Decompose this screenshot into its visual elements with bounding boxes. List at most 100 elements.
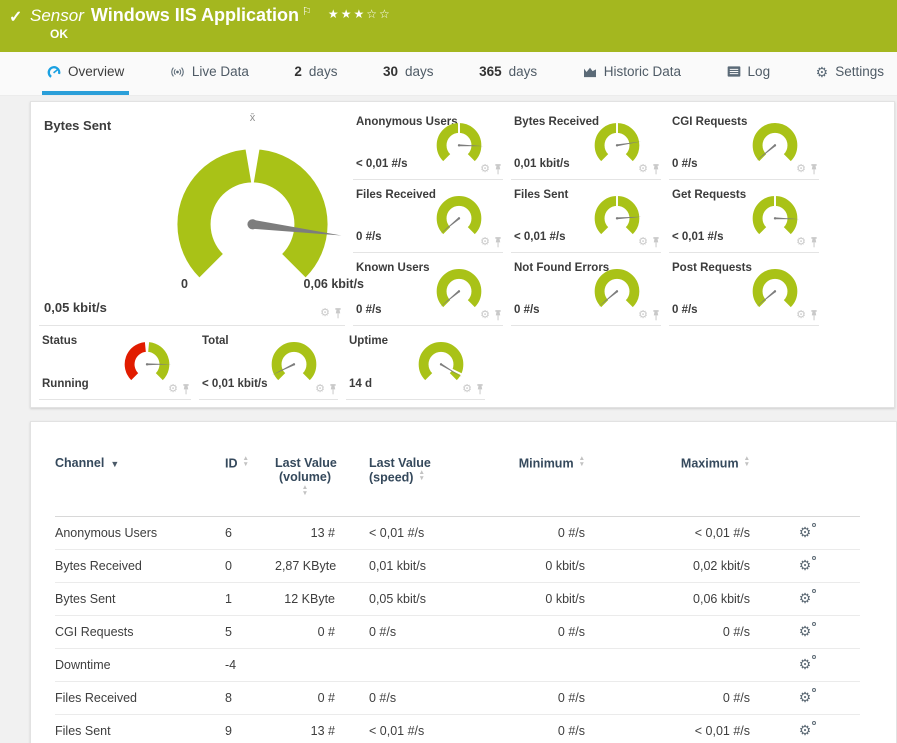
gauge-settings-icon[interactable]: ⚙	[480, 164, 490, 175]
tab-bar: Overview Live Data 2 days 30 days 365 days Histo…	[0, 52, 897, 96]
column-header-id[interactable]: ID ▲ ▼	[225, 456, 275, 516]
maximum-value: 0,06 kbit/s	[585, 582, 750, 616]
channel-settings-icon[interactable]: ⚙	[799, 589, 817, 605]
column-header-actions[interactable]	[750, 456, 860, 516]
table-row-anonymous-users: Anonymous Users 6 13 # < 0,01 #/s 0 #/s < 0,0…	[55, 516, 860, 550]
pin-icon[interactable]	[182, 384, 190, 395]
sort-icon[interactable]: ▲ ▼	[744, 456, 750, 467]
pin-icon[interactable]	[652, 164, 660, 175]
gauge-settings-icon[interactable]: ⚙	[315, 384, 325, 395]
channel-id: 9	[225, 714, 275, 743]
channel-settings-icon[interactable]: ⚙	[799, 556, 817, 572]
pin-icon[interactable]	[810, 310, 818, 321]
gauge-cell-not-found-errors: Not Found Errors 0 #/s ⚙	[511, 253, 661, 326]
tab-overview[interactable]: Overview	[42, 52, 130, 95]
tab-365-days[interactable]: 365 days	[474, 52, 542, 95]
gauge-value: 0 #/s	[356, 231, 382, 243]
pin-icon[interactable]	[652, 310, 660, 321]
tab-live-data[interactable]: Live Data	[165, 52, 254, 95]
channel-id: 6	[225, 516, 275, 550]
tab-prefix: 365	[479, 64, 502, 79]
gauge-settings-icon[interactable]: ⚙	[638, 237, 648, 248]
tab-prefix: 30	[383, 64, 399, 79]
table-row-files-sent: Files Sent 9 13 # < 0,01 #/s 0 #/s < 0,01 #/s…	[55, 714, 860, 743]
column-header-last-value[interactable]: Last Value (volume) ▲ ▼	[275, 456, 337, 516]
gauge-settings-icon[interactable]: ⚙	[796, 310, 806, 321]
sort-icon[interactable]: ▲ ▼	[243, 456, 249, 467]
pin-icon[interactable]	[652, 237, 660, 248]
channel-name: Downtime	[55, 648, 225, 682]
pin-icon[interactable]	[329, 384, 337, 395]
gauge-scale-min: 0	[181, 277, 188, 291]
last-value-speed: 0 #/s	[335, 681, 465, 715]
gauge-settings-icon[interactable]: ⚙	[638, 164, 648, 175]
sort-icon[interactable]: ▲ ▼	[579, 456, 585, 467]
tab-label: Overview	[68, 64, 125, 79]
tab-settings[interactable]: ⚙ Settings	[811, 52, 889, 95]
channel-name: Bytes Received	[55, 549, 225, 583]
channels-table: Channel ▼ ID ▲ ▼ Last Value (volume) ▲ ▼ Last Val…	[55, 456, 860, 743]
column-header-last-value[interactable]: Last Value (speed) ▲ ▼	[335, 456, 465, 516]
star-empty-icon[interactable]: ☆	[379, 7, 392, 21]
sensor-title: Windows IIS Application	[90, 5, 300, 25]
last-value-speed	[335, 648, 465, 682]
tab-2-days[interactable]: 2 days	[289, 52, 342, 95]
gauge-settings-icon[interactable]: ⚙	[796, 237, 806, 248]
sort-icon[interactable]: ▲ ▼	[302, 485, 308, 496]
pin-icon[interactable]	[494, 164, 502, 175]
column-header-maximum[interactable]: Maximum ▲ ▼	[585, 456, 750, 516]
gauge-settings-icon[interactable]: ⚙	[480, 237, 490, 248]
column-header-minimum[interactable]: Minimum ▲ ▼	[465, 456, 585, 516]
minimum-value	[465, 648, 585, 682]
star-filled-icon[interactable]: ★	[353, 7, 366, 21]
sensor-status-badge: OK	[50, 27, 68, 41]
star-filled-icon[interactable]: ★	[341, 7, 354, 21]
gauge-settings-icon[interactable]: ⚙	[480, 310, 490, 321]
tab-historic-data[interactable]: Historic Data	[578, 52, 686, 95]
pin-icon[interactable]	[334, 308, 342, 319]
table-row-bytes-sent: Bytes Sent 1 12 KByte 0,05 kbit/s 0 kbit/s 0,…	[55, 582, 860, 616]
gauge-settings-icon[interactable]: ⚙	[168, 384, 178, 395]
gauge-value: < 0,01 #/s	[356, 158, 408, 170]
gear-icon: ⚙	[815, 63, 829, 80]
channel-settings-icon[interactable]: ⚙	[799, 523, 817, 539]
star-filled-icon[interactable]: ★	[328, 7, 341, 21]
gauge-cell-files-sent: Files Sent < 0,01 #/s ⚙	[511, 180, 661, 253]
maximum-value: 0 #/s	[585, 681, 750, 715]
tab-label: Historic Data	[603, 64, 681, 79]
minimum-value: 0 #/s	[465, 714, 585, 743]
gauge-settings-icon[interactable]: ⚙	[638, 310, 648, 321]
sensor-header: ✓ Sensor Windows IIS Application ⚐ ★★★☆☆ OK	[0, 0, 897, 52]
tab-label: Live Data	[191, 64, 249, 79]
column-sublabel: (volume)	[278, 470, 332, 484]
channel-name: Files Sent	[55, 714, 225, 743]
pin-icon[interactable]	[810, 164, 818, 175]
sort-icon[interactable]: ▲ ▼	[418, 470, 424, 481]
gauge-settings-icon[interactable]: ⚙	[320, 308, 330, 319]
column-header-channel[interactable]: Channel ▼	[55, 456, 225, 516]
gauge-settings-icon[interactable]: ⚙	[796, 164, 806, 175]
priority-stars[interactable]: ★★★☆☆	[328, 7, 392, 21]
log-icon	[727, 66, 741, 77]
star-empty-icon[interactable]: ☆	[366, 7, 379, 21]
gauge-settings-icon[interactable]: ⚙	[462, 384, 472, 395]
minimum-value: 0 kbit/s	[465, 549, 585, 583]
channel-settings-icon[interactable]: ⚙	[799, 655, 817, 671]
channel-settings-icon[interactable]: ⚙	[799, 721, 817, 737]
broadcast-icon	[170, 66, 185, 78]
pin-icon[interactable]	[494, 310, 502, 321]
channel-name: Files Received	[55, 681, 225, 715]
channel-settings-icon[interactable]: ⚙	[799, 688, 817, 704]
tab-30-days[interactable]: 30 days	[378, 52, 439, 95]
last-value-volume: 13 #	[275, 516, 335, 550]
maximum-value: < 0,01 #/s	[585, 516, 750, 550]
last-value-volume: 0 #	[275, 681, 335, 715]
pin-icon[interactable]	[810, 237, 818, 248]
channel-settings-icon[interactable]: ⚙	[799, 622, 817, 638]
sort-active-icon[interactable]: ▼	[110, 459, 119, 469]
flag-icon[interactable]: ⚐	[302, 6, 312, 18]
pin-icon[interactable]	[494, 237, 502, 248]
tab-log[interactable]: Log	[722, 52, 776, 95]
channel-id: 5	[225, 615, 275, 649]
pin-icon[interactable]	[476, 384, 484, 395]
